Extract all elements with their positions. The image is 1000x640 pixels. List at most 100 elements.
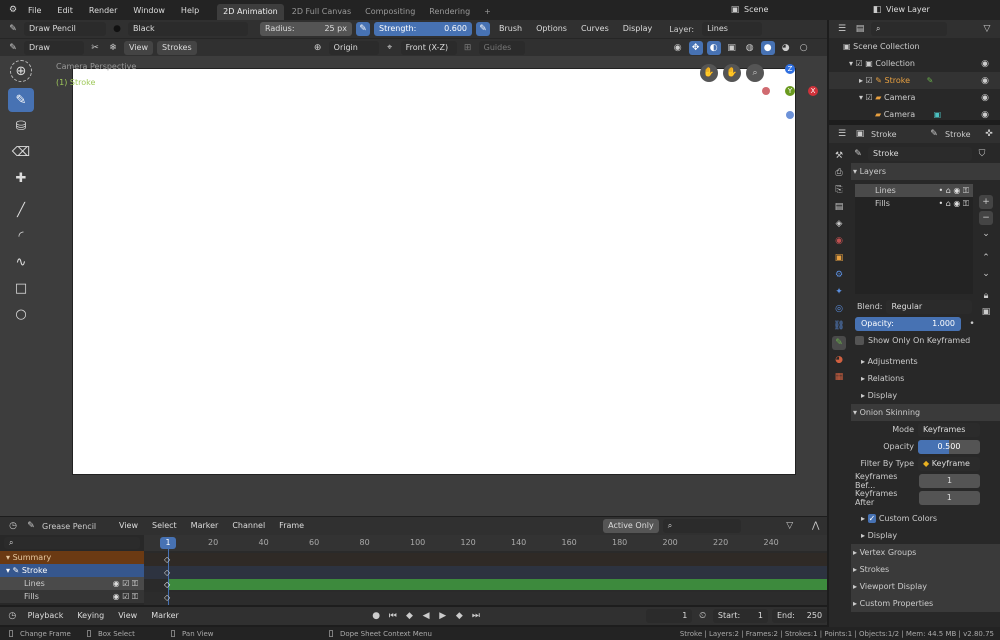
channel-search[interactable]: ⌕ bbox=[4, 537, 140, 549]
display-mode-icon[interactable]: ▤ bbox=[853, 22, 867, 36]
layer-opacity-slider[interactable]: Opacity: 1.000 bbox=[855, 316, 961, 331]
layer-lines[interactable]: Lines • ⌂ ◉ ⚿ bbox=[855, 184, 973, 197]
tab-rendering[interactable]: Rendering bbox=[423, 4, 476, 20]
navigation-gizmo[interactable]: Z Y X bbox=[760, 64, 820, 124]
cursor-tool[interactable]: ⊕ bbox=[10, 60, 32, 82]
keying-menu[interactable]: Keying bbox=[72, 609, 109, 623]
radius-pressure-icon[interactable]: ✎ bbox=[356, 22, 370, 36]
snap-icon[interactable]: ⋀ bbox=[809, 519, 823, 533]
drawing-canvas[interactable] bbox=[72, 68, 796, 475]
onion-opacity-slider[interactable]: 0.500 bbox=[918, 439, 980, 454]
camera-data-visibility-icon[interactable]: ◉ bbox=[978, 108, 992, 122]
tab-compositing[interactable]: Compositing bbox=[359, 4, 421, 20]
layer-selector[interactable]: Lines bbox=[702, 22, 763, 36]
brush-menu[interactable]: Brush bbox=[494, 22, 527, 36]
material-tab-icon[interactable]: ◕ bbox=[832, 353, 846, 367]
add-workspace-button[interactable]: + bbox=[478, 4, 497, 20]
gizmo-y-axis[interactable]: Y bbox=[785, 86, 795, 96]
options-menu[interactable]: Options bbox=[531, 22, 572, 36]
fill-tool[interactable]: ⛁ bbox=[8, 114, 34, 138]
move-up-icon[interactable]: ⌃ bbox=[979, 251, 993, 265]
outliner-editor-icon[interactable]: ☰ bbox=[835, 22, 849, 36]
output-tab-icon[interactable]: ⎘ bbox=[832, 183, 846, 197]
curve-tool[interactable]: ∿ bbox=[8, 250, 34, 274]
lines-keyframe-bar[interactable] bbox=[168, 579, 827, 590]
jump-start-icon[interactable]: ⏮ bbox=[386, 609, 399, 623]
data-tab-icon[interactable]: ✎ bbox=[832, 336, 846, 350]
orientation-selector[interactable]: Front (X-Z) bbox=[400, 40, 457, 55]
pan-icon[interactable]: ✋ bbox=[723, 64, 741, 82]
tint-tool[interactable]: ✚ bbox=[8, 166, 34, 190]
strokes-menu[interactable]: Strokes bbox=[156, 40, 197, 55]
dopesheet-channel-menu[interactable]: Channel bbox=[227, 519, 270, 533]
channel-stroke[interactable]: ▾ ✎ Stroke bbox=[0, 564, 144, 577]
play-reverse-icon[interactable]: ◀ bbox=[420, 609, 433, 623]
onion-skinning-header[interactable]: ▾ Onion Skinning bbox=[851, 404, 1000, 421]
multiframe-icon[interactable]: ❄ bbox=[106, 41, 120, 55]
xray-icon[interactable]: ▣ bbox=[725, 41, 739, 55]
editor-type-icon[interactable]: ✎ bbox=[6, 41, 20, 55]
scene-name[interactable]: Scene bbox=[744, 5, 768, 14]
timeline-editor-icon[interactable]: ◷ bbox=[6, 609, 19, 623]
menu-help[interactable]: Help bbox=[173, 6, 207, 15]
onion-display-subpanel[interactable]: ▸ Display bbox=[851, 527, 1000, 544]
dopesheet-view-menu[interactable]: View bbox=[114, 519, 143, 533]
camera-object-row[interactable]: ▾ ☑ ▰ Camera ◉ bbox=[829, 89, 1000, 106]
next-keyframe-icon[interactable]: ◆ bbox=[453, 609, 466, 623]
layer-fills[interactable]: Fills • ⌂ ◉ ⚿ bbox=[855, 197, 973, 210]
jump-end-icon[interactable]: ⏭ bbox=[470, 609, 483, 623]
keyframe-lines[interactable]: ◇ bbox=[164, 580, 170, 589]
layers-panel-header[interactable]: ▾ Layers bbox=[851, 163, 1000, 180]
custom-colors-subpanel[interactable]: ▸ ✓ Custom Colors bbox=[851, 510, 1000, 527]
channel-lines-toggles[interactable]: ◉ ☑ ⚿ bbox=[113, 579, 138, 589]
custom-properties-panel[interactable]: ▸ Custom Properties bbox=[851, 595, 1000, 612]
current-frame-field[interactable]: 1 bbox=[646, 609, 693, 623]
visibility-icon[interactable]: ◉ bbox=[671, 41, 685, 55]
material-selector[interactable]: Black bbox=[128, 22, 248, 36]
render-tab-icon[interactable]: ⎙ bbox=[832, 166, 846, 180]
relations-subpanel[interactable]: ▸ Relations bbox=[851, 370, 1000, 387]
opacity-keyframe-icon[interactable]: • bbox=[965, 317, 979, 331]
vertex-groups-panel[interactable]: ▸ Vertex Groups bbox=[851, 544, 1000, 561]
add-layer-icon[interactable]: + bbox=[979, 195, 993, 209]
display-menu[interactable]: Display bbox=[618, 22, 658, 36]
onion-mode-selector[interactable]: Keyframes bbox=[918, 422, 980, 437]
keyframes-after-field[interactable]: 1 bbox=[918, 490, 980, 505]
viewport[interactable]: ⊕ ✎ ⛁ ⌫ ✚ ╱ ◜ ∿ □ ○ Camera Perspective (… bbox=[0, 56, 827, 516]
scene-collection-row[interactable]: ▣ Scene Collection bbox=[829, 38, 1000, 55]
mode-selector[interactable]: Draw bbox=[24, 40, 84, 55]
scene-tab-icon[interactable]: ◈ bbox=[832, 217, 846, 231]
tab-2d-full-canvas[interactable]: 2D Full Canvas bbox=[286, 4, 357, 20]
adjustments-subpanel[interactable]: ▸ Adjustments bbox=[851, 353, 1000, 370]
material-shading-icon[interactable]: ◕ bbox=[779, 41, 793, 55]
box-tool[interactable]: □ bbox=[8, 276, 34, 300]
effects-tab-icon[interactable]: ✦ bbox=[832, 285, 846, 299]
gizmo-toggle-icon[interactable]: ✥ bbox=[688, 40, 703, 55]
end-frame-field[interactable]: End: 250 bbox=[771, 609, 828, 623]
view-layer-tab-icon[interactable]: ▤ bbox=[832, 200, 846, 214]
dopesheet-search[interactable]: ⌕ bbox=[662, 519, 741, 533]
datablock-field[interactable]: Stroke bbox=[868, 147, 972, 161]
filter-icon[interactable]: ▽ bbox=[783, 519, 797, 533]
circle-tool[interactable]: ○ bbox=[8, 302, 34, 326]
overlays-icon[interactable]: ◐ bbox=[706, 40, 721, 55]
lock-others-icon[interactable]: ▣ bbox=[979, 305, 993, 319]
blend-selector[interactable]: Regular bbox=[886, 299, 973, 314]
rendered-shading-icon[interactable]: ○ bbox=[797, 41, 811, 55]
menu-render[interactable]: Render bbox=[81, 6, 125, 15]
solid-shading-icon[interactable]: ● bbox=[760, 40, 775, 55]
camera-data-row[interactable]: ▰ Camera ▣ ◉ bbox=[829, 106, 1000, 123]
keyframe-stroke[interactable]: ◇ bbox=[164, 568, 170, 577]
properties-editor-icon[interactable]: ☰ bbox=[835, 127, 849, 141]
line-tool[interactable]: ╱ bbox=[8, 198, 34, 222]
strength-value[interactable]: 0.600 bbox=[432, 22, 472, 36]
dopesheet-marker-menu[interactable]: Marker bbox=[186, 519, 224, 533]
tab-2d-animation[interactable]: 2D Animation bbox=[217, 4, 284, 20]
start-frame-field[interactable]: Start: 1 bbox=[712, 609, 768, 623]
keyframe-summary[interactable]: ◇ bbox=[164, 555, 170, 564]
gizmo-neg-z[interactable] bbox=[786, 111, 794, 119]
play-icon[interactable]: ▶ bbox=[436, 609, 449, 623]
physics-tab-icon[interactable]: ◎ bbox=[832, 302, 846, 316]
wireframe-shading-icon[interactable]: ◍ bbox=[743, 41, 757, 55]
dopesheet-editor-icon[interactable]: ◷ bbox=[6, 519, 20, 533]
